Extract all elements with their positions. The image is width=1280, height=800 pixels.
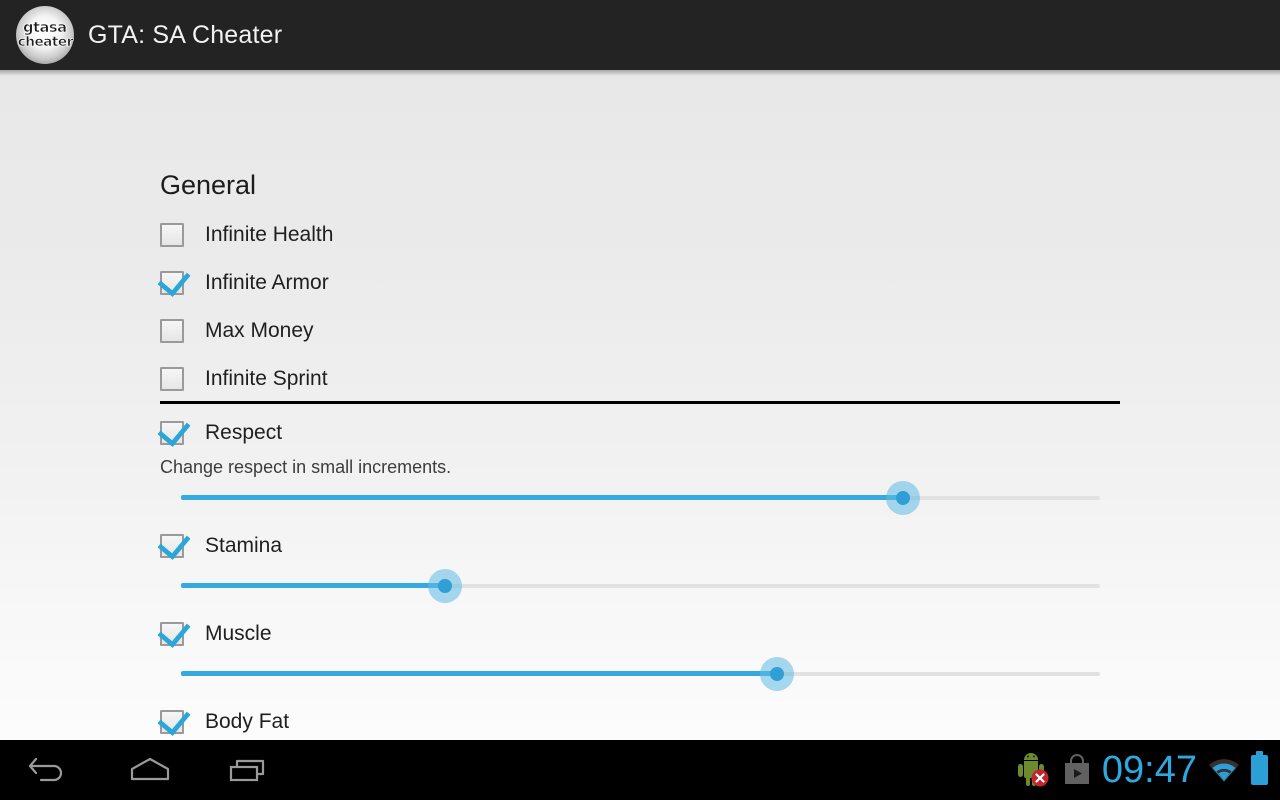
home-button[interactable] bbox=[100, 740, 200, 800]
slider-fill-stamina bbox=[181, 583, 445, 588]
battery-full-icon bbox=[1251, 751, 1268, 785]
checkbox-label-muscle: Muscle bbox=[205, 622, 272, 645]
app-logo-line1: gtasa bbox=[23, 19, 68, 36]
back-arrow-icon bbox=[28, 757, 63, 782]
back-button[interactable] bbox=[0, 740, 100, 800]
checkbox-label-stamina: Stamina bbox=[205, 534, 283, 557]
checkbox-infinite-health[interactable] bbox=[160, 223, 184, 247]
app-logo-line2: cheater bbox=[17, 34, 73, 50]
checkbox-label-max-money: Max Money bbox=[205, 319, 314, 342]
recent-apps-button[interactable] bbox=[200, 740, 300, 800]
settings-content: General Infinite Health Infinite Armor M… bbox=[0, 70, 1280, 740]
checkbox-muscle[interactable] bbox=[160, 622, 184, 646]
android-error-icon[interactable] bbox=[1014, 752, 1052, 788]
system-navigation-bar: 09:47 bbox=[0, 740, 1280, 800]
app-title-bar: gtasa cheater GTA: SA Cheater bbox=[0, 0, 1280, 76]
checkbox-respect[interactable] bbox=[160, 421, 184, 445]
checkbox-infinite-armor[interactable] bbox=[160, 271, 184, 295]
home-icon bbox=[130, 757, 170, 781]
checkbox-label-infinite-armor: Infinite Armor bbox=[205, 271, 329, 294]
checkbox-row-infinite-health[interactable]: Infinite Health bbox=[160, 218, 333, 252]
checkbox-body-fat[interactable] bbox=[160, 710, 184, 734]
checkbox-row-infinite-sprint[interactable]: Infinite Sprint bbox=[160, 362, 328, 396]
status-icons-tray: 09:47 bbox=[1004, 740, 1280, 800]
android-screen: gtasa cheater GTA: SA Cheater General In… bbox=[0, 0, 1280, 800]
checkbox-label-body-fat: Body Fat bbox=[205, 710, 290, 733]
slider-thumb-muscle[interactable] bbox=[759, 657, 794, 691]
play-store-icon[interactable] bbox=[1062, 754, 1092, 786]
slider-thumb-respect[interactable] bbox=[886, 481, 921, 515]
checkbox-row-max-money[interactable]: Max Money bbox=[160, 314, 314, 348]
section-divider bbox=[160, 401, 1120, 404]
checkbox-row-infinite-armor[interactable]: Infinite Armor bbox=[160, 266, 329, 300]
status-clock: 09:47 bbox=[1101, 749, 1197, 791]
checkbox-label-infinite-sprint: Infinite Sprint bbox=[205, 367, 328, 390]
slider-fill-muscle bbox=[181, 671, 777, 676]
slider-stamina[interactable] bbox=[181, 569, 1100, 603]
checkbox-infinite-sprint[interactable] bbox=[160, 367, 184, 391]
checkbox-row-respect[interactable]: Respect bbox=[160, 416, 282, 450]
checkbox-row-body-fat[interactable]: Body Fat bbox=[160, 705, 289, 739]
description-respect: Change respect in small increments. bbox=[160, 457, 452, 477]
wifi-icon bbox=[1209, 759, 1239, 782]
checkbox-row-stamina[interactable]: Stamina bbox=[160, 529, 282, 563]
slider-thumb-stamina[interactable] bbox=[427, 569, 462, 603]
slider-fill-respect bbox=[181, 495, 904, 500]
page-title: GTA: SA Cheater bbox=[88, 20, 283, 49]
section-heading: General bbox=[160, 170, 257, 200]
checkbox-max-money[interactable] bbox=[160, 319, 184, 343]
slider-respect[interactable] bbox=[181, 481, 1100, 515]
slider-muscle[interactable] bbox=[181, 657, 1100, 691]
checkbox-label-infinite-health: Infinite Health bbox=[205, 223, 334, 246]
checkbox-row-muscle[interactable]: Muscle bbox=[160, 617, 272, 651]
app-logo-icon: gtasa cheater bbox=[16, 6, 74, 64]
recent-apps-icon bbox=[229, 759, 265, 782]
checkbox-stamina[interactable] bbox=[160, 534, 184, 558]
checkbox-label-respect: Respect bbox=[205, 421, 283, 444]
